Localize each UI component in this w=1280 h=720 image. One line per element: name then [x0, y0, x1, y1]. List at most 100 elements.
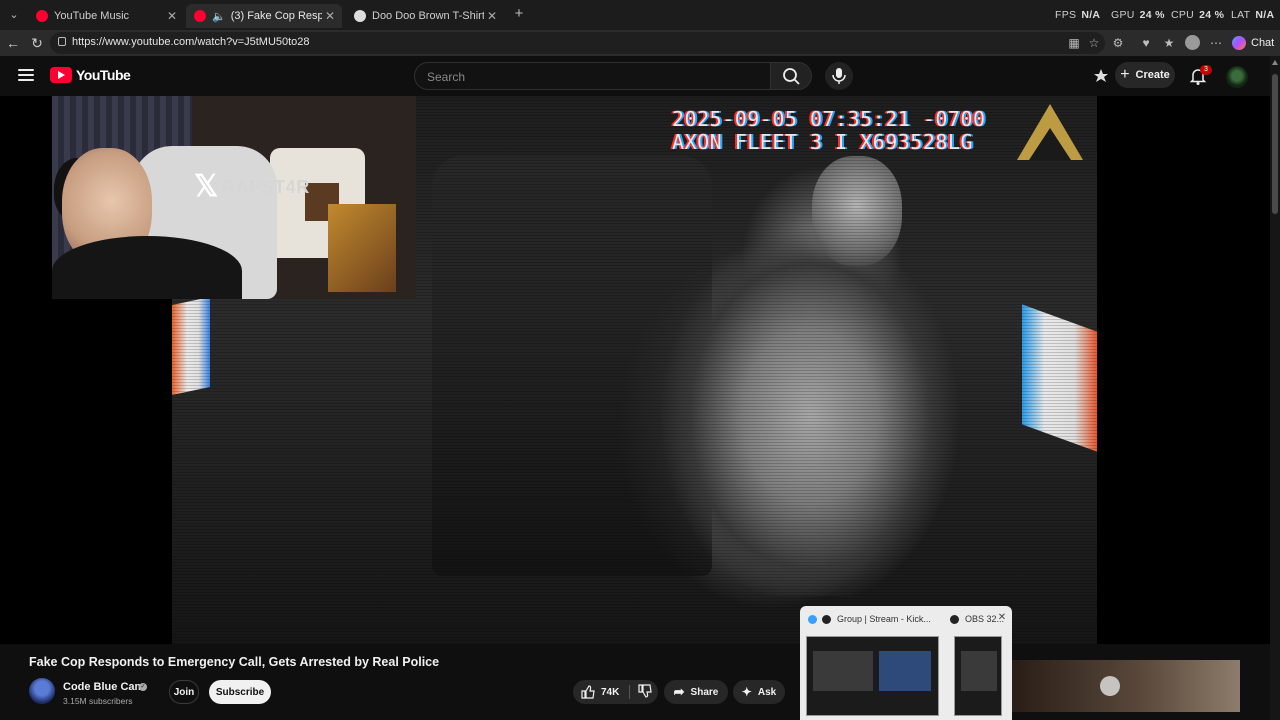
tab-list-chevron-icon[interactable]: ⌄: [4, 5, 24, 25]
tab-close-icon[interactable]: ✕: [322, 9, 338, 23]
youtube-music-favicon-icon: [36, 10, 48, 22]
verified-check-icon: ✓: [139, 683, 147, 691]
like-divider: [629, 685, 631, 699]
search-button[interactable]: [770, 62, 812, 90]
camera-timestamp-overlay: 2025-09-05 07:35:21 -0700 AXON FLEET 3 I…: [672, 108, 986, 154]
dislike-button[interactable]: [638, 683, 653, 701]
tab-label: Doo Doo Brown T-Shirt [PRE-ORD: [372, 10, 484, 22]
thumbnail-panel: [813, 651, 873, 691]
thumbnail-panel: [961, 651, 997, 691]
notification-count-badge: 3: [1200, 65, 1212, 75]
thumbs-down-icon: [638, 683, 653, 698]
stream-window-thumbnail[interactable]: [806, 636, 939, 716]
hud-lat: LAT N/A: [1231, 9, 1275, 21]
like-count: 74K: [601, 686, 620, 698]
browser-essentials-icon[interactable]: ♥: [1138, 35, 1154, 51]
tab-close-icon[interactable]: ✕: [484, 9, 500, 23]
ask-label: Ask: [757, 686, 777, 698]
microphone-icon: [832, 68, 846, 84]
copilot-chat-button[interactable]: Chat: [1232, 34, 1274, 52]
chat-label: Chat: [1251, 37, 1275, 49]
camera-id-line: AXON FLEET 3 I X693528LG: [672, 130, 973, 154]
favorites-list-icon[interactable]: ★: [1161, 35, 1177, 51]
video-player[interactable]: 2025-09-05 07:35:21 -0700 AXON FLEET 3 I…: [0, 96, 1270, 644]
x-logo-icon: 𝕏: [194, 170, 219, 203]
thumbnail-panel: [879, 651, 931, 691]
refresh-icon[interactable]: ↻: [28, 34, 46, 52]
favorite-star-icon[interactable]: ☆: [1086, 35, 1102, 51]
x-handle-text: RAPST4R: [222, 176, 310, 197]
recommended-video-thumbnail[interactable]: [1012, 660, 1240, 712]
tab-youtube-music[interactable]: YouTube Music ✕: [28, 4, 184, 28]
video-title: Fake Cop Responds to Emergency Call, Get…: [29, 655, 440, 669]
tab-current-video[interactable]: 🔈 (3) Fake Cop Responds to Em ✕: [186, 4, 342, 28]
browser-tab-strip: ⌄ YouTube Music ✕ 🔈 (3) Fake Cop Respond…: [0, 0, 1280, 30]
channel-name[interactable]: Code Blue Cam: [63, 681, 144, 693]
site-info-icon[interactable]: [58, 37, 66, 46]
scrollbar-thumb[interactable]: [1272, 74, 1278, 214]
profile-avatar[interactable]: [1185, 35, 1200, 50]
extensions-icon[interactable]: ⚙: [1110, 35, 1126, 51]
x-handle-overlay: 𝕏 RAPST4R: [194, 172, 310, 202]
tab-label: (3) Fake Cop Responds to Em: [230, 10, 322, 22]
taskbar-window-preview: Group | Stream - Kick... OBS 32... ✕: [800, 606, 1012, 720]
youtube-favicon-icon: [194, 10, 206, 22]
obs-icon: [822, 615, 831, 624]
play-thumbnail-icon: [1100, 676, 1120, 696]
kick-extension-icon[interactable]: [1093, 68, 1109, 84]
sparkle-icon: ✦: [741, 685, 752, 699]
share-button[interactable]: ➦ Share: [664, 680, 728, 704]
preview-close-icon[interactable]: ✕: [996, 612, 1008, 624]
tab-label: YouTube Music: [54, 10, 130, 22]
speaker-icon[interactable]: 🔈: [212, 10, 226, 23]
edge-browser-icon: [808, 615, 817, 624]
axon-logo-cutout: [1029, 128, 1071, 160]
create-button[interactable]: + Create: [1115, 62, 1175, 88]
hud-cpu: CPU 24 %: [1171, 9, 1225, 21]
search-box[interactable]: [414, 62, 770, 90]
channel-avatar[interactable]: [29, 678, 55, 704]
ask-ai-button[interactable]: ✦ Ask: [733, 680, 785, 704]
obs-window-thumbnail[interactable]: [954, 636, 1002, 716]
tab-close-icon[interactable]: ✕: [164, 9, 180, 23]
store-favicon-icon: [354, 10, 366, 22]
reader-view-icon[interactable]: ▦: [1066, 35, 1082, 51]
hud-gpu: GPU 24 %: [1111, 9, 1165, 21]
youtube-header: YouTube + Create 3: [0, 56, 1270, 96]
plus-icon: +: [1120, 66, 1130, 83]
new-tab-plus-icon[interactable]: +: [510, 5, 528, 23]
url-text[interactable]: https://www.youtube.com/watch?v=J5tMU50t…: [72, 36, 310, 48]
subscribe-button[interactable]: Subscribe: [209, 680, 271, 704]
back-arrow-icon[interactable]: ←: [4, 34, 22, 52]
hamburger-menu-icon[interactable]: [18, 69, 34, 81]
search-icon: [783, 68, 800, 85]
share-arrow-icon: ➦: [673, 684, 685, 699]
copilot-icon: [1232, 36, 1246, 50]
more-options-icon[interactable]: ⋯: [1208, 35, 1224, 51]
page-scrollbar[interactable]: [1270, 56, 1280, 720]
address-bar[interactable]: https://www.youtube.com/watch?v=J5tMU50t…: [50, 32, 1105, 54]
like-button[interactable]: 74K: [573, 685, 619, 699]
preview-window-title: Group | Stream - Kick...: [837, 614, 931, 624]
share-label: Share: [690, 686, 719, 698]
create-label: Create: [1135, 69, 1170, 81]
join-button[interactable]: Join: [169, 680, 199, 704]
hud-fps: FPS N/A: [1055, 9, 1101, 21]
timestamp-line: 2025-09-05 07:35:21 -0700: [672, 107, 986, 131]
thumbs-up-icon: [581, 685, 595, 699]
youtube-logo[interactable]: YouTube: [50, 67, 131, 83]
account-avatar[interactable]: [1226, 66, 1248, 88]
youtube-wordmark: YouTube: [76, 67, 131, 83]
streamer-webcam-overlay: 𝕏 RAPST4R: [52, 96, 416, 299]
streamer-body: [52, 236, 242, 299]
voice-search-button[interactable]: [825, 62, 853, 90]
obs-icon: [950, 615, 959, 624]
tab-tshirt[interactable]: Doo Doo Brown T-Shirt [PRE-ORD ✕: [346, 4, 504, 28]
poster-on-wall: [328, 204, 396, 292]
scroll-up-arrow-icon[interactable]: [1272, 60, 1278, 65]
youtube-play-icon: [50, 67, 72, 83]
address-bar-row: ← ↻ https://www.youtube.com/watch?v=J5tM…: [0, 30, 1280, 56]
like-dislike-group: 74K: [573, 680, 658, 704]
subscriber-count: 3.15M subscribers: [63, 696, 133, 706]
search-input[interactable]: [425, 69, 759, 85]
